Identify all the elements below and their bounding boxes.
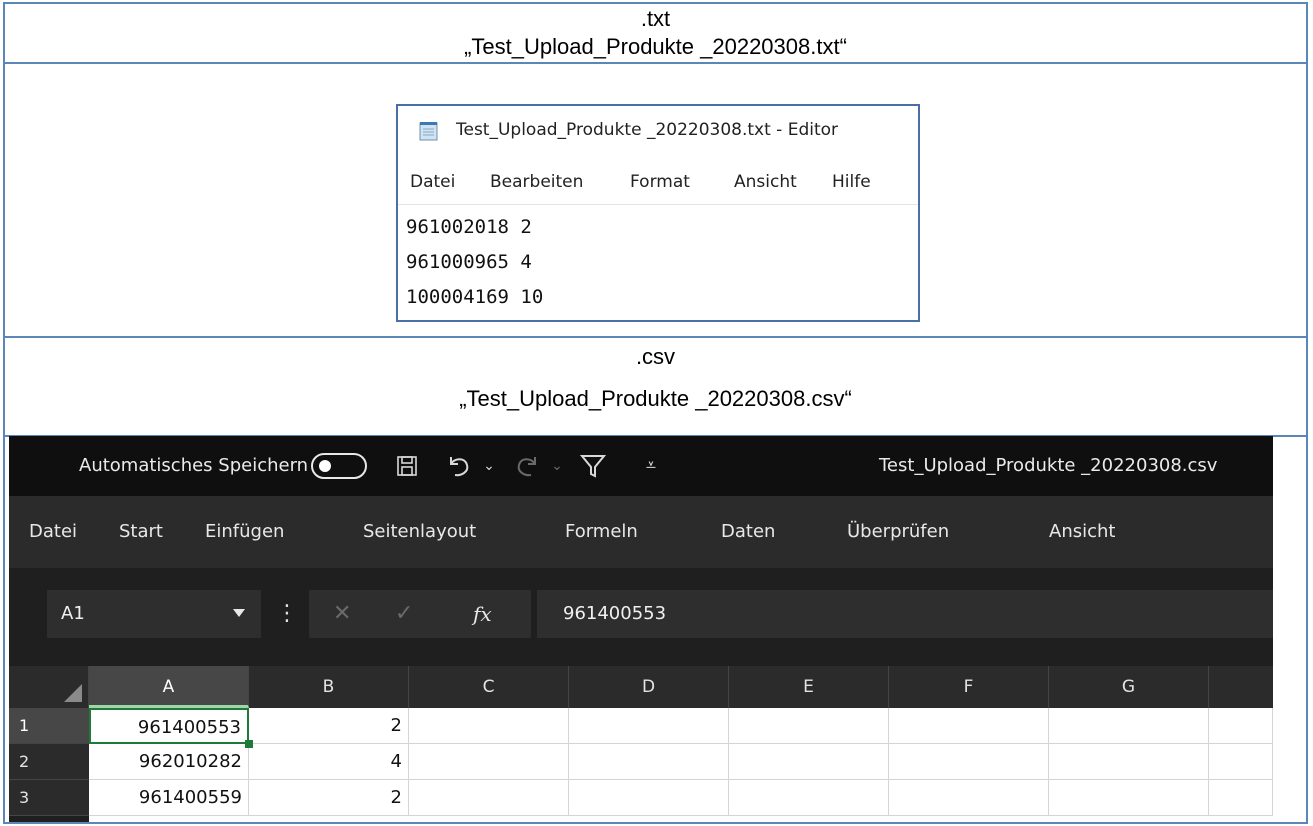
text-line: 100004169 10 — [406, 286, 544, 308]
cell-h2[interactable] — [1209, 744, 1273, 780]
cell-g2[interactable] — [1049, 744, 1209, 780]
cell-g3[interactable] — [1049, 780, 1209, 816]
excel-ribbon: Datei Start Einfügen Seitenlayout Formel… — [9, 496, 1273, 568]
txt-filename: „Test_Upload_Produkte _20220308.txt“ — [464, 34, 847, 59]
cell-b2[interactable]: 4 — [249, 744, 409, 780]
cell-b1[interactable]: 2 — [249, 708, 409, 744]
chevron-down-icon[interactable] — [233, 609, 245, 617]
cell-c2[interactable] — [409, 744, 569, 780]
menu-bearbeiten[interactable]: Bearbeiten — [490, 166, 583, 198]
cancel-icon[interactable]: ✕ — [333, 590, 351, 638]
menu-format[interactable]: Format — [630, 166, 690, 198]
excel-file-title: Test_Upload_Produkte _20220308.csv — [879, 455, 1218, 476]
more-options-icon[interactable]: ⋮ — [276, 590, 298, 638]
notepad-text-area[interactable]: 961002018 2 961000965 4 100004169 10 — [406, 210, 543, 315]
cell-e2[interactable] — [729, 744, 889, 780]
column-header-d[interactable]: D — [569, 666, 729, 708]
filter-icon[interactable] — [575, 448, 611, 484]
menu-ansicht[interactable]: Ansicht — [734, 166, 797, 198]
undo-dropdown-icon[interactable]: ⌄ — [471, 448, 507, 484]
cell-f3[interactable] — [889, 780, 1049, 816]
cell-g1[interactable] — [1049, 708, 1209, 744]
cell-h1[interactable] — [1209, 708, 1273, 744]
row-header-2[interactable]: 2 — [9, 744, 89, 780]
function-icon[interactable]: fx — [473, 590, 492, 638]
autosave-toggle[interactable] — [311, 453, 367, 479]
tab-seitenlayout[interactable]: Seitenlayout — [363, 496, 476, 568]
cell-d1[interactable] — [569, 708, 729, 744]
cell-a1[interactable]: 961400553 — [89, 708, 249, 744]
cell-b3[interactable]: 2 — [249, 780, 409, 816]
confirm-icon[interactable]: ✓ — [395, 590, 413, 638]
text-line: 961000965 4 — [406, 251, 532, 273]
select-all-icon — [64, 684, 82, 702]
table-divider — [5, 62, 1306, 64]
name-box-value: A1 — [61, 603, 85, 624]
column-header-c[interactable]: C — [409, 666, 569, 708]
column-header-b[interactable]: B — [249, 666, 409, 708]
customize-toolbar-icon[interactable]: ⩡ — [633, 448, 669, 484]
tab-start[interactable]: Start — [119, 496, 163, 568]
notepad-menubar: Datei Bearbeiten Format Ansicht Hilfe — [398, 166, 918, 198]
text-line: 961002018 2 — [406, 216, 532, 238]
notepad-icon — [419, 122, 438, 141]
name-box[interactable]: A1 — [47, 590, 261, 638]
select-all-corner[interactable] — [9, 666, 89, 708]
txt-heading: .txt — [640, 6, 671, 31]
formula-input[interactable]: 961400553 — [537, 590, 1273, 638]
cell-c1[interactable] — [409, 708, 569, 744]
formula-value: 961400553 — [563, 603, 667, 624]
menu-datei[interactable]: Datei — [410, 166, 455, 198]
cell-f2[interactable] — [889, 744, 1049, 780]
menu-divider — [398, 204, 918, 205]
tab-ansicht[interactable]: Ansicht — [1049, 496, 1115, 568]
cell-e3[interactable] — [729, 780, 889, 816]
autosave-label: Automatisches Speichern — [79, 455, 309, 476]
csv-heading: .csv — [635, 344, 676, 369]
notepad-title: Test_Upload_Produkte _20220308.txt - Edi… — [456, 120, 839, 140]
column-header-e[interactable]: E — [729, 666, 889, 708]
tab-datei[interactable]: Datei — [29, 496, 77, 568]
row-header-3[interactable]: 3 — [9, 780, 89, 816]
formula-bar: A1 ⋮ ✕ ✓ fx 961400553 — [9, 568, 1273, 666]
tab-einfuegen[interactable]: Einfügen — [205, 496, 284, 568]
table-divider — [5, 336, 1306, 338]
formula-buttons: ✕ ✓ fx — [309, 590, 531, 638]
fill-handle[interactable] — [245, 740, 253, 748]
cell-h3[interactable] — [1209, 780, 1273, 816]
column-header-f[interactable]: F — [889, 666, 1049, 708]
tab-ueberpruefen[interactable]: Überprüfen — [847, 496, 949, 568]
notepad-window: Test_Upload_Produkte _20220308.txt - Edi… — [396, 104, 920, 322]
column-header-h[interactable] — [1209, 666, 1273, 708]
redo-dropdown-icon[interactable]: ⌄ — [539, 448, 575, 484]
cell-c3[interactable] — [409, 780, 569, 816]
row-header-1[interactable]: 1 — [9, 708, 89, 744]
cell-d2[interactable] — [569, 744, 729, 780]
spreadsheet-grid: A B C D E F G 1 2 3 961400553 2 96201028… — [9, 666, 1273, 822]
cell-a3[interactable]: 961400559 — [89, 780, 249, 816]
tab-formeln[interactable]: Formeln — [565, 496, 638, 568]
csv-filename: „Test_Upload_Produkte _20220308.csv“ — [459, 386, 852, 411]
column-header-g[interactable]: G — [1049, 666, 1209, 708]
cell-area: 961400553 2 962010282 4 961400559 2 — [89, 708, 1273, 822]
cell-a2[interactable]: 962010282 — [89, 744, 249, 780]
excel-window: Automatisches Speichern ⌄ ⌄ ⩡ Test_Uploa… — [9, 436, 1273, 822]
cell-d3[interactable] — [569, 780, 729, 816]
column-header-a[interactable]: A — [89, 666, 249, 708]
cell-e1[interactable] — [729, 708, 889, 744]
toggle-knob — [319, 460, 331, 472]
notepad-titlebar: Test_Upload_Produkte _20220308.txt - Edi… — [398, 106, 918, 154]
menu-hilfe[interactable]: Hilfe — [832, 166, 871, 198]
save-icon[interactable] — [389, 448, 425, 484]
cell-f1[interactable] — [889, 708, 1049, 744]
tab-daten[interactable]: Daten — [721, 496, 775, 568]
excel-titlebar: Automatisches Speichern ⌄ ⌄ ⩡ Test_Uploa… — [9, 436, 1273, 496]
